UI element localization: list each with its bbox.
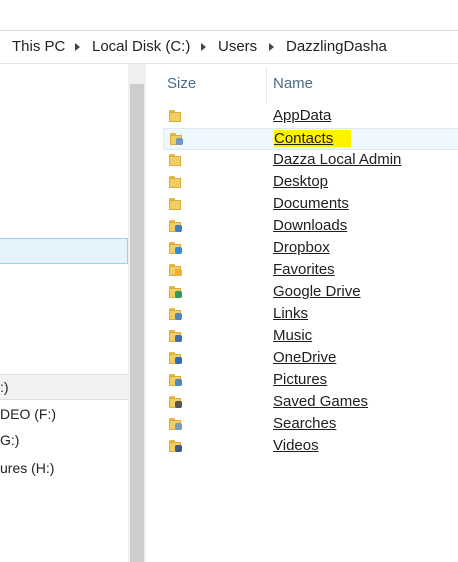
file-name[interactable]: Searches: [273, 415, 336, 432]
breadcrumb-chevron-icon[interactable]: [269, 43, 274, 51]
nav-item-selected[interactable]: [0, 238, 128, 264]
toolbar-area: [0, 0, 458, 29]
nav-item-drive-h[interactable]: ures (H:): [0, 456, 128, 482]
pictures-folder-icon: [169, 374, 183, 386]
file-row[interactable]: Links: [163, 304, 458, 326]
searches-folder-icon: [169, 418, 183, 430]
file-row[interactable]: Dropbox: [163, 238, 458, 260]
nav-item-drive-f[interactable]: DEO (F:): [0, 402, 128, 428]
favorites-folder-icon: [169, 264, 183, 276]
nav-scrollbar[interactable]: [128, 64, 146, 562]
file-row[interactable]: OneDrive: [163, 348, 458, 370]
file-row[interactable]: Pictures: [163, 370, 458, 392]
file-name[interactable]: Desktop: [273, 173, 328, 190]
file-name[interactable]: Links: [273, 305, 308, 322]
breadcrumb-dazzlingdasha[interactable]: DazzlingDasha: [286, 38, 387, 55]
file-row[interactable]: AppData: [163, 106, 458, 128]
file-name[interactable]: Contacts: [274, 130, 352, 147]
nav-item-label: :): [0, 379, 9, 395]
column-header-name[interactable]: Name: [273, 75, 313, 92]
file-row[interactable]: Documents: [163, 194, 458, 216]
nav-item-drive-g[interactable]: G:): [0, 428, 128, 454]
file-row[interactable]: Contacts: [163, 128, 458, 150]
file-name[interactable]: Videos: [273, 437, 319, 454]
folder-icon: [169, 110, 183, 122]
file-row[interactable]: Saved Games: [163, 392, 458, 414]
downloads-folder-icon: [169, 220, 183, 232]
file-name[interactable]: OneDrive: [273, 349, 336, 366]
file-list: Size Name AppData Contacts Dazza Local Adm…: [147, 64, 458, 562]
file-name[interactable]: Dazza Local Admin: [273, 151, 401, 168]
breadcrumb-chevron-icon[interactable]: [75, 43, 80, 51]
breadcrumb-chevron-icon[interactable]: [201, 43, 206, 51]
file-row[interactable]: Dazza Local Admin: [163, 150, 458, 172]
links-folder-icon: [169, 308, 183, 320]
title-bar: [0, 0, 458, 31]
file-name[interactable]: Saved Games: [273, 393, 368, 410]
file-row[interactable]: Google Drive: [163, 282, 458, 304]
nav-item-drive-c[interactable]: :): [0, 374, 128, 400]
file-row[interactable]: Videos: [163, 436, 458, 458]
scrollbar-thumb[interactable]: [130, 84, 144, 562]
breadcrumb-this-pc[interactable]: This PC: [12, 38, 65, 55]
saved-games-folder-icon: [169, 396, 183, 408]
file-row[interactable]: Music: [163, 326, 458, 348]
file-name[interactable]: AppData: [273, 107, 331, 124]
file-name[interactable]: Favorites: [273, 261, 335, 278]
address-bar[interactable]: This PC Local Disk (C:) Users DazzlingDa…: [0, 31, 458, 64]
videos-folder-icon: [169, 440, 183, 452]
file-row[interactable]: Desktop: [163, 172, 458, 194]
folder-icon: [169, 176, 183, 188]
file-name[interactable]: Pictures: [273, 371, 327, 388]
navigation-pane: :) DEO (F:) G:) ures (H:): [0, 64, 128, 562]
file-name[interactable]: Downloads: [273, 217, 347, 234]
contacts-folder-icon: [170, 133, 184, 145]
folder-icon: [169, 154, 183, 166]
nav-item-label: ures (H:): [0, 460, 55, 476]
file-name[interactable]: Music: [273, 327, 312, 344]
file-row[interactable]: Searches: [163, 414, 458, 436]
breadcrumb-users[interactable]: Users: [218, 38, 257, 55]
file-name[interactable]: Google Drive: [273, 283, 361, 300]
file-name[interactable]: Dropbox: [273, 239, 330, 256]
dropbox-folder-icon: [169, 242, 183, 254]
music-folder-icon: [169, 330, 183, 342]
column-divider[interactable]: [266, 68, 267, 104]
google-drive-folder-icon: [169, 286, 183, 298]
file-row[interactable]: Downloads: [163, 216, 458, 238]
nav-item-label: DEO (F:): [0, 406, 56, 422]
file-row[interactable]: Favorites: [163, 260, 458, 282]
nav-item-label: G:): [0, 432, 20, 448]
file-name[interactable]: Documents: [273, 195, 349, 212]
folder-icon: [169, 198, 183, 210]
column-header-size[interactable]: Size: [167, 75, 196, 92]
onedrive-folder-icon: [169, 352, 183, 364]
breadcrumb-local-disk[interactable]: Local Disk (C:): [92, 38, 190, 55]
